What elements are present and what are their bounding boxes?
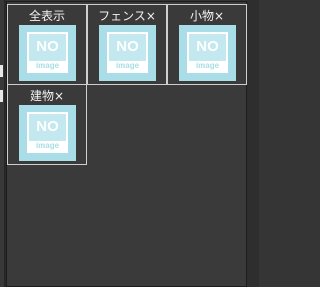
right-gutter	[247, 0, 259, 287]
no-image-icon: NO image	[27, 32, 68, 73]
no-image-subtext: image	[109, 61, 146, 71]
no-image-thumbnail: NO image	[19, 105, 76, 161]
no-image-icon: NO image	[27, 112, 68, 153]
category-tile-show-all[interactable]: 全表示 NO image	[7, 4, 87, 85]
no-image-subtext: image	[189, 61, 226, 71]
edge-marker	[0, 65, 3, 77]
no-image-text: NO	[36, 118, 59, 135]
left-resize-strip[interactable]	[0, 0, 5, 287]
category-panel: 全表示 NO image フェンス× NO image 小物× NO image…	[6, 1, 247, 287]
category-tile-label: フェンス×	[98, 9, 156, 23]
category-tile-buildings-hidden[interactable]: 建物× NO image	[7, 84, 87, 165]
category-tile-label: 小物×	[189, 9, 225, 23]
no-image-subtext: image	[29, 141, 66, 151]
no-image-thumbnail: NO image	[179, 25, 236, 81]
category-tile-props-hidden[interactable]: 小物× NO image	[167, 4, 247, 85]
no-image-thumbnail: NO image	[19, 25, 76, 81]
category-tile-label: 建物×	[29, 89, 65, 103]
no-image-text: NO	[196, 38, 219, 55]
no-image-text: NO	[36, 38, 59, 55]
edge-marker	[0, 90, 3, 102]
no-image-icon: NO image	[187, 32, 228, 73]
no-image-icon: NO image	[107, 32, 148, 73]
category-tile-label: 全表示	[28, 9, 65, 23]
no-image-thumbnail: NO image	[99, 25, 156, 81]
no-image-text: NO	[116, 38, 139, 55]
category-tile-fence-hidden[interactable]: フェンス× NO image	[87, 4, 167, 85]
asset-palette-window: 全表示 NO image フェンス× NO image 小物× NO image…	[0, 0, 259, 287]
no-image-subtext: image	[29, 61, 66, 71]
